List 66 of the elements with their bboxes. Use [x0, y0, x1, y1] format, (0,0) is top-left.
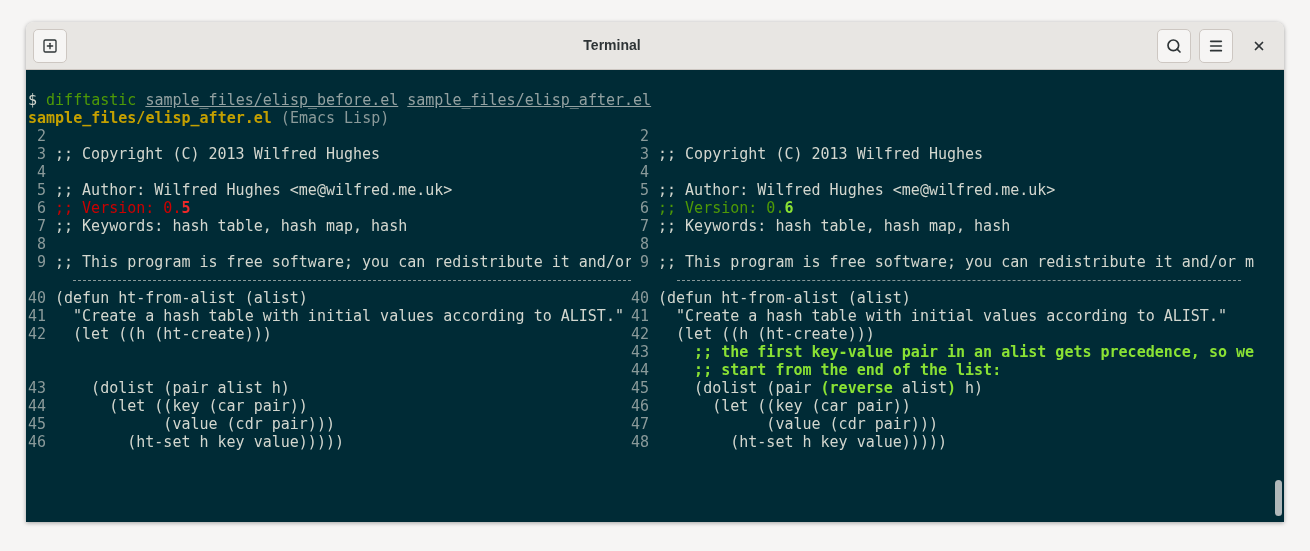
line-number: 2 [638, 127, 649, 145]
code-line: (value (cdr pair))) [162, 415, 335, 433]
line-number: 46 [28, 433, 46, 451]
code-line: "Create a hash table with initial values according to ALIST." [675, 307, 1227, 325]
search-button[interactable] [1157, 28, 1191, 63]
code-line: (ht-set h key value))))) [126, 433, 344, 451]
line-number: 40 [631, 289, 649, 307]
line-number: 9 [638, 253, 649, 271]
line-number: 2 [35, 127, 46, 145]
new-tab-button[interactable] [33, 28, 67, 63]
code-line: (defun ht-from-alist (alist) [55, 289, 308, 307]
code-line: ;; Author: Wilfred Hughes <me@wilfred.me.uk> [658, 181, 1056, 199]
line-number: 40 [28, 289, 46, 307]
line-number: 44 [631, 361, 649, 379]
code-line: (let ((key (car pair)) [108, 397, 308, 415]
command-line: $ difftastic sample_files/elisp_before.el sample_files/elisp_after.el [28, 91, 652, 109]
line-number: 43 [28, 379, 46, 397]
line-number: 45 [631, 379, 649, 397]
line-number: 8 [35, 235, 46, 253]
code-line: (dolist (pair alist h) [90, 379, 290, 397]
menu-button[interactable] [1199, 28, 1233, 63]
code-line: (dolist (pair (reverse alist) h) [693, 379, 984, 397]
code-line: (let ((key (car pair)) [711, 397, 911, 415]
code-line: (let ((h (ht-create))) [675, 325, 875, 343]
line-number: 4 [638, 163, 649, 181]
line-number: 3 [35, 145, 46, 163]
code-line: ;; This program is free software; you can redistribute it and/or m [658, 253, 1255, 271]
code-line: ;; start from the end of the list: [693, 361, 1002, 379]
line-number: 43 [631, 343, 649, 361]
code-line: ;; Version: 0.6 [658, 199, 794, 217]
code-line: ;; Keywords: hash table, hash map, hash [55, 217, 408, 235]
code-line: ;; Copyright (C) 2013 Wilfred Hughes [55, 145, 381, 163]
line-number: 47 [631, 415, 649, 433]
line-number: 41 [28, 307, 46, 325]
code-line: (defun ht-from-alist (alist) [658, 289, 911, 307]
line-number: 46 [631, 397, 649, 415]
scrollbar-thumb[interactable] [1274, 480, 1282, 516]
line-number: 6 [638, 199, 649, 217]
code-line: "Create a hash table with initial values according to ALIST." [72, 307, 624, 325]
file-header: sample_files/elisp_after.el (Emacs Lisp) [28, 109, 390, 127]
new-tab-icon [42, 37, 58, 54]
code-line: ;; Author: Wilfred Hughes <me@wilfred.me.uk> [55, 181, 453, 199]
code-line: ;; Keywords: hash table, hash map, hash [658, 217, 1011, 235]
search-icon [1166, 37, 1182, 54]
code-line: (value (cdr pair))) [765, 415, 938, 433]
line-number: 5 [35, 181, 46, 199]
code-line: (let ((h (ht-create))) [72, 325, 272, 343]
line-number: 42 [631, 325, 649, 343]
window-title: Terminal [583, 36, 641, 55]
line-number: 44 [28, 397, 46, 415]
code-line: ;; Copyright (C) 2013 Wilfred Hughes [658, 145, 984, 163]
code-line: (ht-set h key value))))) [729, 433, 947, 451]
line-number: 8 [638, 235, 649, 253]
line-number: 45 [28, 415, 46, 433]
line-number: 3 [638, 145, 649, 163]
code-line: ;; the first key-value pair in an alist gets precedence, so we [693, 343, 1255, 361]
line-number: 4 [35, 163, 46, 181]
line-number: 7 [638, 217, 649, 235]
line-number: 48 [631, 433, 649, 451]
line-number: 9 [35, 253, 46, 271]
line-number: 42 [28, 325, 46, 343]
line-number: 41 [631, 307, 649, 325]
line-number: 6 [35, 199, 46, 217]
code-line: ;; Version: 0.5 [55, 199, 191, 217]
line-number: 5 [638, 181, 649, 199]
line-number: 7 [35, 217, 46, 235]
